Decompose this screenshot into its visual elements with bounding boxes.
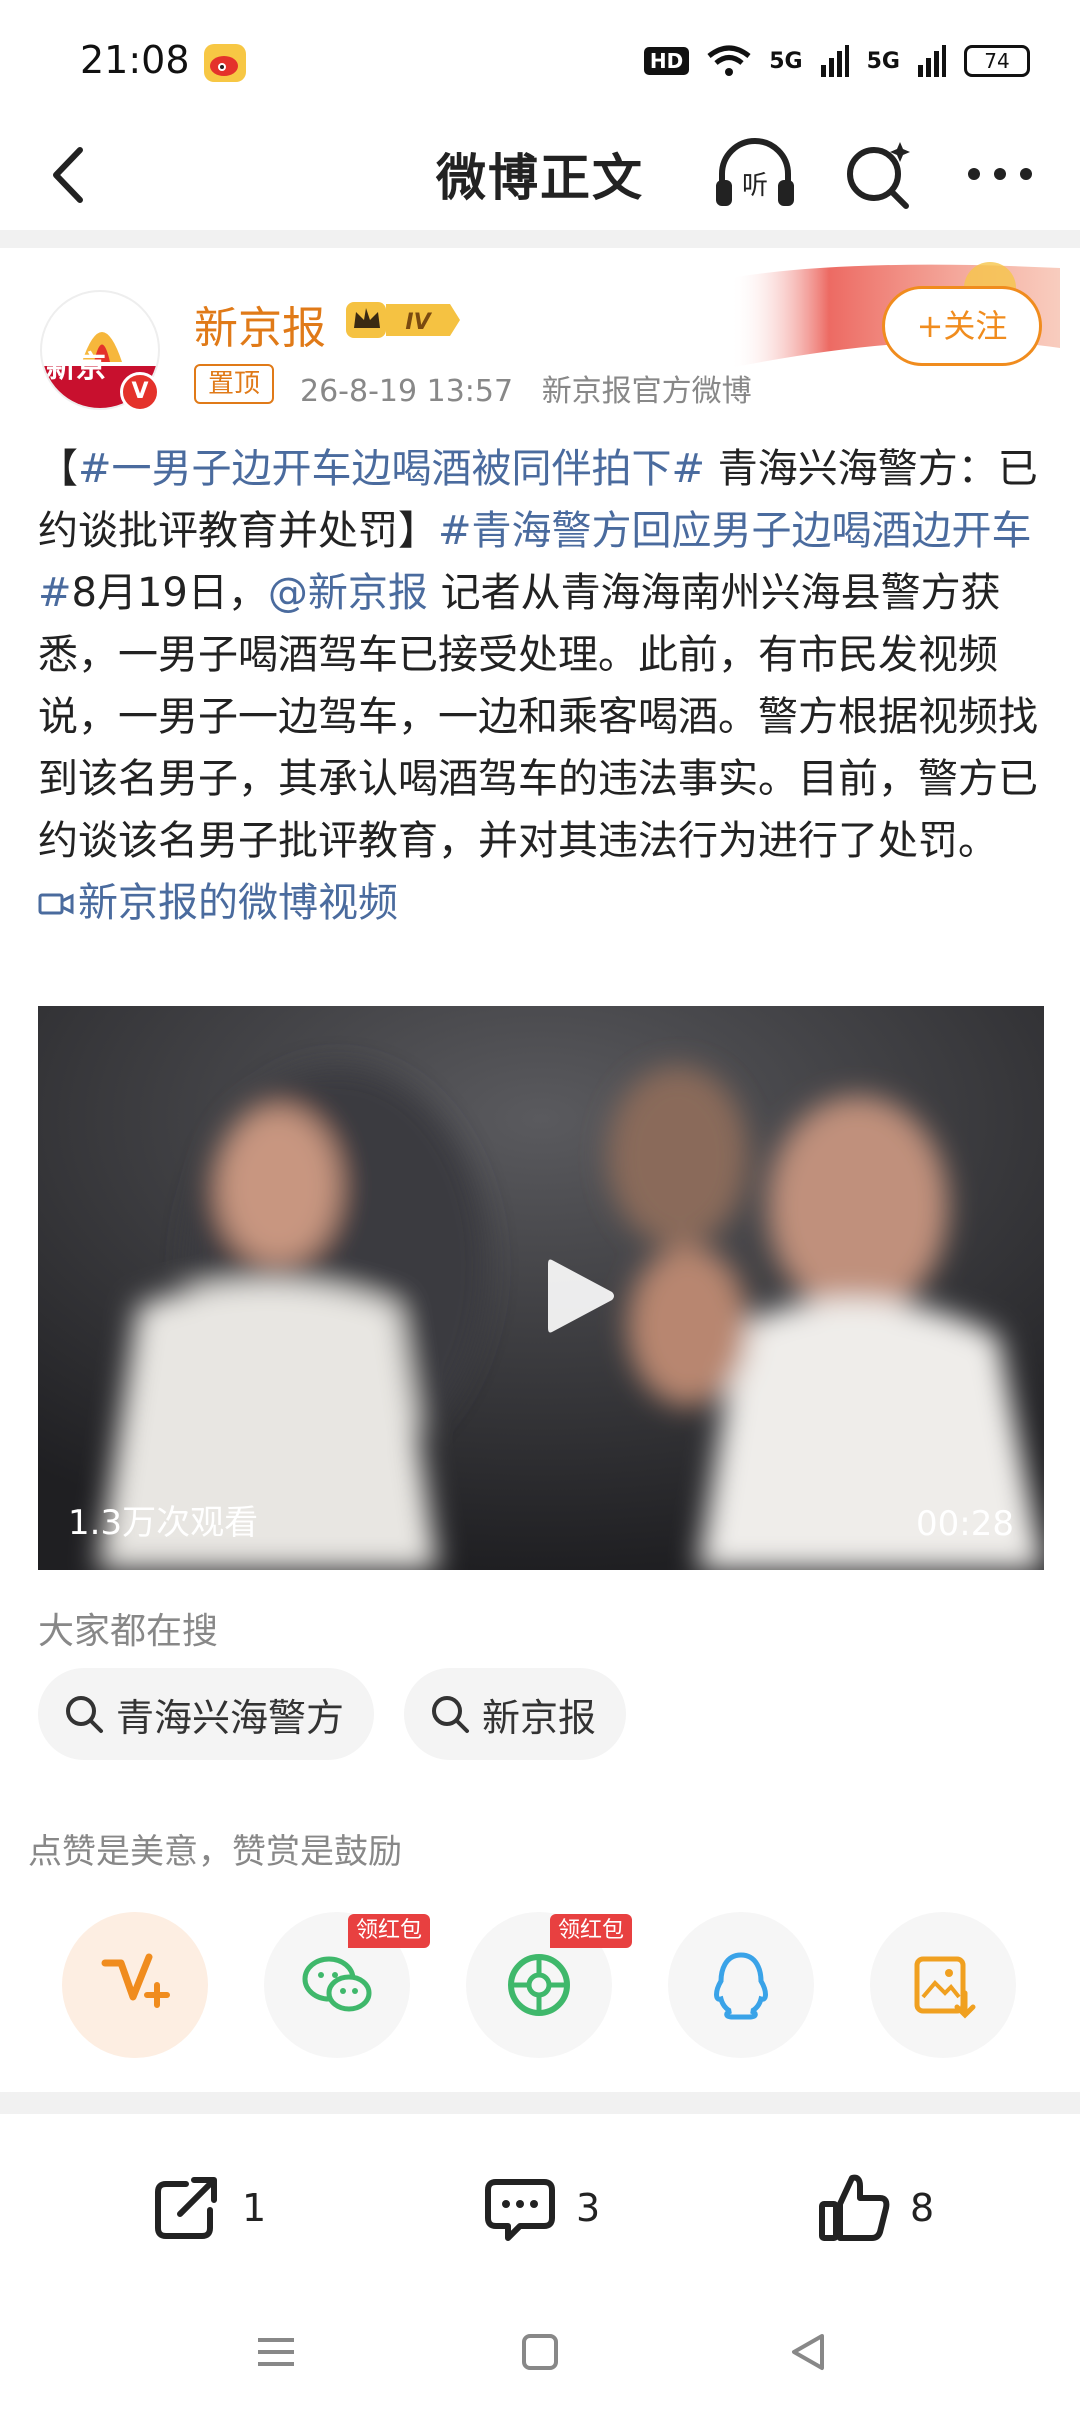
status-bar: 21:08 HD 5G 5G 74 [0, 0, 1080, 120]
save-image-button[interactable] [870, 1912, 1016, 2058]
timestamp-text: 26-8-19 13:57 [300, 374, 514, 409]
source-text: 新京报官方微博 [541, 374, 752, 409]
play-icon[interactable] [546, 1256, 616, 1336]
search-icon [66, 1696, 103, 1733]
signal-5g-icon: 5G [866, 48, 900, 74]
wechat-moments-icon [508, 1954, 570, 2016]
bracket-open: 【 [38, 446, 78, 492]
share-qq-button[interactable] [668, 1912, 814, 2058]
section-divider [0, 230, 1080, 248]
wifi-icon [707, 45, 751, 76]
section-divider [0, 2092, 1080, 2114]
signal-5g-icon: 5G [769, 48, 803, 74]
hashtag-link[interactable]: #一男子边开车边喝酒被同伴拍下# [78, 446, 705, 492]
avatar-logo-text: 新京 [46, 350, 106, 385]
author-name[interactable]: 新京报 [194, 292, 326, 356]
trending-search-label: 大家都在搜 [38, 1611, 219, 1652]
battery-icon: 74 [964, 45, 1030, 77]
status-time: 21:08 [80, 38, 190, 82]
save-image-icon [914, 1956, 976, 2019]
repost-button[interactable]: 1 [146, 2168, 266, 2248]
video-link-label: 新京报的微博视频 [78, 880, 398, 926]
comment-button[interactable]: 3 [480, 2168, 600, 2248]
signal-bars-icon [918, 45, 946, 77]
hongbao-badge: 领红包 [348, 1914, 431, 1948]
video-player[interactable]: 1.3万次观看 00:28 [38, 1006, 1044, 1570]
search-icon [432, 1696, 469, 1733]
post-action-bar: 1 3 8 [0, 2118, 1080, 2278]
video-link[interactable]: 新京报的微博视频 [38, 880, 398, 926]
home-square-icon[interactable] [516, 2328, 564, 2376]
comment-count: 3 [576, 2186, 601, 2230]
reward-hint: 点赞是美意，赞赏是鼓励 [28, 1832, 402, 1872]
thumbs-up-icon [819, 2174, 890, 2241]
video-views: 1.3万次观看 [68, 1503, 259, 1543]
video-camera-icon [38, 893, 74, 915]
reward-button[interactable] [62, 1912, 208, 2058]
wechat-icon [302, 1956, 372, 2012]
repost-icon [155, 2177, 217, 2239]
listen-icon-glyph: 听 [742, 171, 768, 201]
search-chip-label: 新京报 [482, 1695, 597, 1740]
weibo-notification-icon [204, 44, 246, 82]
date-text: 8月19日， [71, 570, 268, 616]
headphones-listen-icon[interactable]: 听 [710, 134, 800, 214]
signal-bars-icon [820, 45, 849, 77]
repost-count: 1 [242, 2186, 267, 2230]
level-badge-text: IV [405, 310, 432, 335]
post-timestamp: 26-8-19 13:57 新京报官方微博 [300, 366, 752, 410]
like-count: 8 [910, 2186, 935, 2230]
search-chip-label: 青海兴海警方 [116, 1695, 345, 1740]
pinned-tag: 置顶 [194, 364, 275, 404]
menu-icon[interactable] [252, 2328, 300, 2376]
more-options-icon[interactable] [960, 134, 1040, 214]
like-button[interactable]: 8 [814, 2168, 934, 2248]
hd-icon: HD [643, 47, 690, 75]
system-navigation-bar [0, 2290, 1080, 2414]
video-thumbnail [38, 1006, 1044, 1570]
comment-icon [485, 2179, 555, 2241]
search-icon[interactable] [840, 134, 920, 214]
back-triangle-icon[interactable] [784, 2328, 832, 2376]
member-level-badge-icon[interactable]: IV [346, 298, 462, 342]
post-body: 【#一男子边开车边喝酒被同伴拍下# 青海兴海警方：已约谈批评教育并处罚】#青海警… [38, 438, 1048, 934]
search-chip[interactable]: 青海兴海警方 [38, 1668, 375, 1760]
search-chip[interactable]: 新京报 [404, 1668, 627, 1760]
reward-v-plus-icon [101, 1953, 170, 2008]
verified-badge-icon: V [120, 372, 160, 412]
qq-icon [714, 1952, 768, 2020]
mention-link[interactable]: @新京报 [268, 570, 428, 616]
hongbao-badge: 领红包 [550, 1914, 633, 1948]
top-nav-bar: 微博正文 听 [0, 120, 1080, 230]
video-duration: 00:28 [916, 1504, 1014, 1544]
follow-button[interactable]: +关注 [882, 286, 1042, 366]
